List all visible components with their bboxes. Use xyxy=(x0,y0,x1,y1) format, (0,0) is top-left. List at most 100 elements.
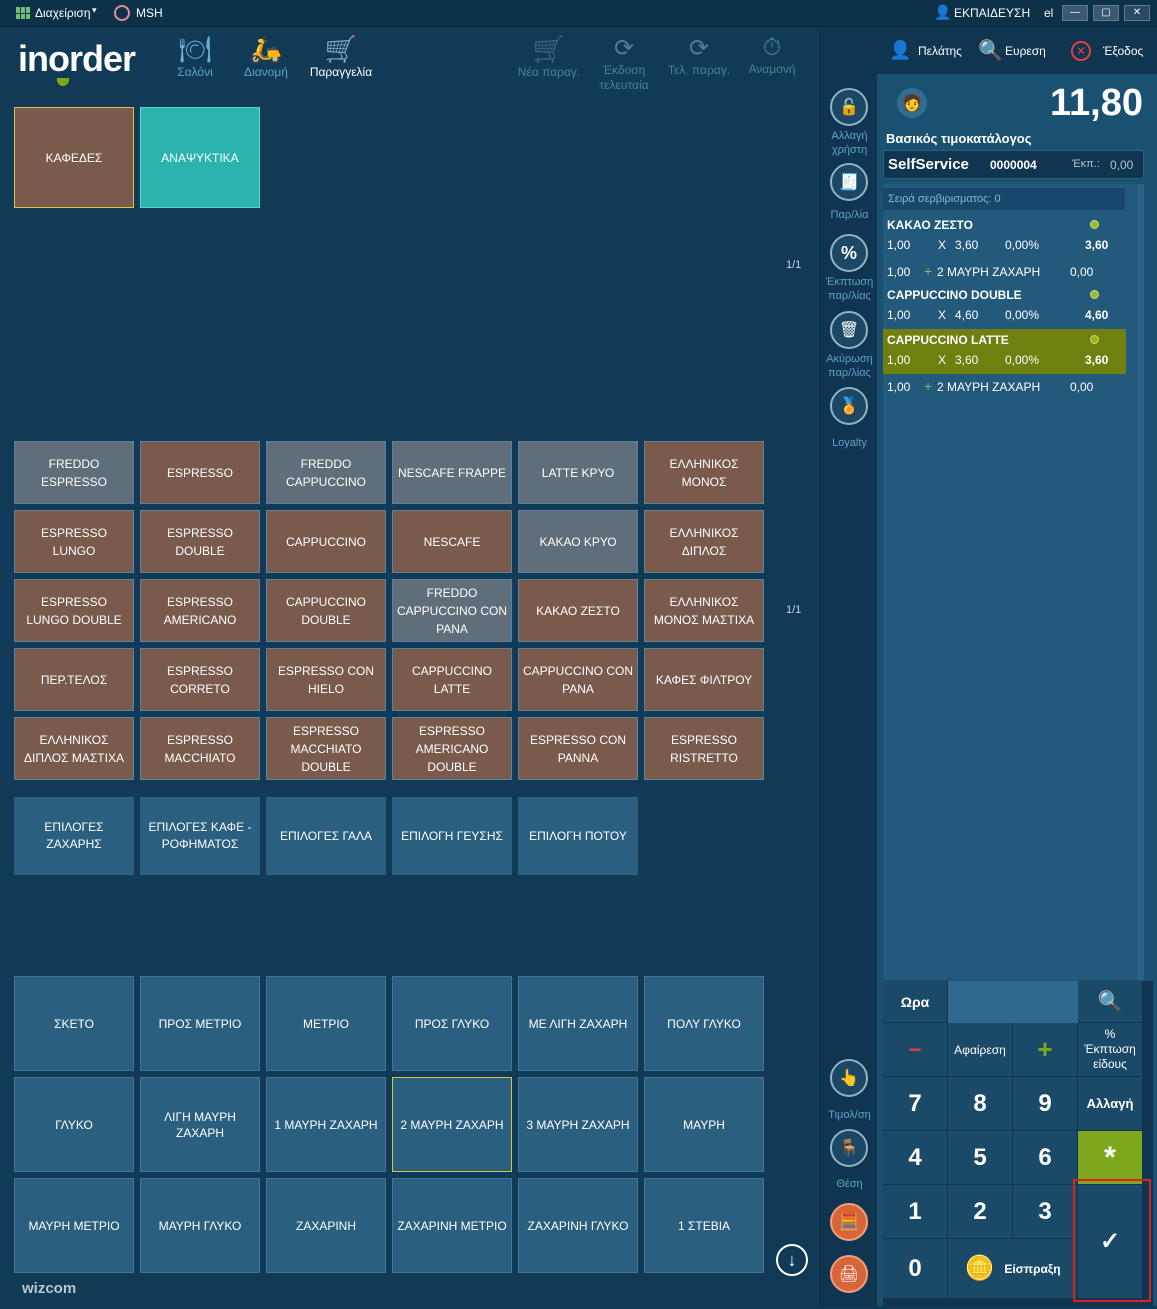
product-button[interactable]: CAPPUCCINO DOUBLE xyxy=(266,579,386,642)
digit-key[interactable]: 6 xyxy=(1013,1131,1078,1185)
user-name[interactable]: ΕΚΠΑΙΔΕΥΣΗ xyxy=(954,6,1030,20)
suggestion-button[interactable]: 1 ΣΤΕΒΙΑ xyxy=(644,1178,764,1273)
product-button[interactable]: ΕΛΛΗΝΙΚΟΣ ΔΙΠΛΟΣ xyxy=(644,510,764,573)
star-button[interactable]: * xyxy=(1078,1131,1143,1185)
digit-key[interactable]: 8 xyxy=(948,1077,1013,1131)
option-button[interactable]: ΕΠΙΛΟΓΕΣ ΖΑΧΑΡΗΣ xyxy=(14,797,134,875)
category-coffees[interactable]: ΚΑΦΕΔΕΣ xyxy=(14,107,134,208)
trash-icon[interactable]: 🗑 xyxy=(830,311,868,349)
product-button[interactable]: ESPRESSO xyxy=(140,441,260,504)
nav-issue-last[interactable]: ⟳ Έκδοση τελευταία xyxy=(592,34,656,93)
nav-wait[interactable]: ⏱ Αναμονή xyxy=(742,34,802,76)
percent-icon[interactable]: % xyxy=(830,234,868,272)
digit-key[interactable]: 5 xyxy=(948,1131,1013,1185)
product-button[interactable]: ESPRESSO DOUBLE xyxy=(140,510,260,573)
exit-button[interactable]: Έξοδος xyxy=(1103,44,1143,58)
product-button[interactable]: ESPRESSO LUNGO DOUBLE xyxy=(14,579,134,642)
product-button[interactable]: ESPRESSO MACCHIATO xyxy=(140,717,260,780)
product-button[interactable]: ESPRESSO LUNGO xyxy=(14,510,134,573)
product-button[interactable]: NESCAFE FRAPPE xyxy=(392,441,512,504)
suggestion-button[interactable]: 2 ΜΑΥΡΗ ΖΑΧΑΡΗ xyxy=(392,1077,512,1172)
suggestion-button[interactable]: 1 ΜΑΥΡΗ ΖΑΧΑΡΗ xyxy=(266,1077,386,1172)
close-button[interactable]: ✕ xyxy=(1124,5,1150,21)
lock-icon[interactable]: 🔓 xyxy=(830,88,868,126)
suggestion-button[interactable]: ΜΑΥΡΗ xyxy=(644,1077,764,1172)
order-line[interactable]: CAPPUCCINO LATTE 1,00 X 3,60 0,00% 3,60 xyxy=(883,329,1126,374)
suggestion-button[interactable]: ΖΑΧΑΡΙΝΗ xyxy=(266,1178,386,1273)
option-button[interactable]: ΕΠΙΛΟΓΗ ΠΟΤΟΥ xyxy=(518,797,638,875)
product-button[interactable]: ΕΛΛΗΝΙΚΟΣ ΔΙΠΛΟΣ ΜΑΣΤΙΧΑ xyxy=(14,717,134,780)
printer-icon[interactable]: 🖨 xyxy=(830,1255,868,1293)
product-button[interactable]: FREDDO CAPPUCCINO xyxy=(266,441,386,504)
touch-icon[interactable]: 👆 xyxy=(830,1059,868,1097)
category-soft-drinks[interactable]: ΑΝΑΨΥΚΤΙΚΑ xyxy=(140,107,260,208)
digit-key[interactable]: 0 xyxy=(883,1239,948,1299)
product-button[interactable]: NESCAFE xyxy=(392,510,512,573)
order-line[interactable]: CAPPUCCINO DOUBLE 1,00 X 4,60 0,00% 4,60 xyxy=(883,284,1126,329)
product-button[interactable]: FREDDO CAPPUCCINO CON PANA xyxy=(392,579,512,642)
order-line-extra[interactable]: 1,00 +2 ΜΑΥΡΗ ΖΑΧΑΡΗ 0,00 xyxy=(883,259,1126,284)
product-button[interactable]: ΚΑΚΑΟ ΖΕΣΤΟ xyxy=(518,579,638,642)
nav-end-order[interactable]: ⟳ Τελ. παραγ. xyxy=(664,34,734,77)
nav-salon[interactable]: 🍽 Σαλόνι xyxy=(172,34,218,79)
chair-icon[interactable]: 🪑 xyxy=(830,1129,868,1167)
suggestion-button[interactable]: ΖΑΧΑΡΙΝΗ ΜΕΤΡΙΟ xyxy=(392,1178,512,1273)
plus-button[interactable]: + xyxy=(1013,1023,1078,1077)
suggestion-button[interactable]: ΛΙΓΗ ΜΑΥΡΗ ΖΑΧΑΡΗ xyxy=(140,1077,260,1172)
product-button[interactable]: ΚΑΚΑΟ ΚΡΥΟ xyxy=(518,510,638,573)
document-info-icon[interactable]: 🧾 xyxy=(830,163,868,201)
product-button[interactable]: CAPPUCCINO CON PANA xyxy=(518,648,638,711)
product-button[interactable]: ESPRESSO CON HIELO xyxy=(266,648,386,711)
language[interactable]: el xyxy=(1044,6,1053,20)
product-button[interactable]: ESPRESSO CON PANNA xyxy=(518,717,638,780)
digit-key[interactable]: 1 xyxy=(883,1185,948,1239)
search-button[interactable]: Ευρεση xyxy=(1005,44,1046,58)
option-button[interactable]: ΕΠΙΛΟΓΗ ΓΕΥΣΗΣ xyxy=(392,797,512,875)
product-button[interactable]: ΠΕΡ.ΤΕΛΟΣ xyxy=(14,648,134,711)
product-button[interactable]: CAPPUCCINO LATTE xyxy=(392,648,512,711)
suggestion-button[interactable]: ΠΡΟΣ ΜΕΤΡΙΟ xyxy=(140,976,260,1071)
suggestion-button[interactable]: ΠΡΟΣ ΓΛΥΚΟ xyxy=(392,976,512,1071)
suggestion-button[interactable]: ΠΟΛΥ ΓΛΥΚΟ xyxy=(644,976,764,1071)
lines-scrollbar[interactable] xyxy=(1138,184,1144,980)
cash-register-icon[interactable]: 🧮 xyxy=(830,1203,868,1241)
option-button[interactable]: ΕΠΙΛΟΓΕΣ ΚΑΦΕ - ΡΟΦΗΜΑΤΟΣ xyxy=(140,797,260,875)
time-input[interactable] xyxy=(948,981,1078,1023)
suggestion-button[interactable]: ΜΑΥΡΗ ΜΕΤΡΙΟ xyxy=(14,1178,134,1273)
option-button[interactable]: ΕΠΙΛΟΓΕΣ ΓΑΛΑ xyxy=(266,797,386,875)
digit-key[interactable]: 4 xyxy=(883,1131,948,1185)
minimize-button[interactable]: — xyxy=(1062,5,1088,21)
product-button[interactable]: ESPRESSO CORRETO xyxy=(140,648,260,711)
minus-button[interactable]: − xyxy=(883,1023,948,1077)
remove-button[interactable]: Αφαίρεση xyxy=(948,1023,1013,1077)
suggestion-button[interactable]: ΜΕ ΛΙΓΗ ΖΑΧΑΡΗ xyxy=(518,976,638,1071)
suggestion-button[interactable]: 3 ΜΑΥΡΗ ΖΑΧΑΡΗ xyxy=(518,1077,638,1172)
nav-order[interactable]: 🛒 Παραγγελία xyxy=(304,34,378,79)
digit-key[interactable]: 7 xyxy=(883,1077,948,1131)
maximize-button[interactable]: ▢ xyxy=(1093,5,1119,21)
product-button[interactable]: ESPRESSO RISTRETTO xyxy=(644,717,764,780)
product-button[interactable]: ΕΛΛΗΝΙΚΟΣ ΜΟΝΟΣ xyxy=(644,441,764,504)
digit-key[interactable]: 3 xyxy=(1013,1185,1078,1239)
product-button[interactable]: ESPRESSO MACCHIATO DOUBLE xyxy=(266,717,386,780)
arrow-down-icon[interactable]: ↓ xyxy=(776,1244,808,1276)
product-button[interactable]: CAPPUCCINO xyxy=(266,510,386,573)
pay-button[interactable]: 🪙 Είσπραξη xyxy=(948,1239,1078,1299)
product-button[interactable]: ΕΛΛΗΝΙΚΟΣ ΜΟΝΟΣ ΜΑΣΤΙΧΑ xyxy=(644,579,764,642)
suggestion-button[interactable]: ΜΑΥΡΗ ΓΛΥΚΟ xyxy=(140,1178,260,1273)
nav-delivery[interactable]: 🛵 Διανομή xyxy=(238,34,294,79)
grid-icon[interactable] xyxy=(16,7,30,19)
product-button[interactable]: ΚΑΦΕΣ ΦΙΛΤΡΟΥ xyxy=(644,648,764,711)
suggestion-button[interactable]: ΖΑΧΑΡΙΝΗ ΓΛΥΚΟ xyxy=(518,1178,638,1273)
confirm-button[interactable]: ✓ xyxy=(1078,1185,1143,1299)
suggestion-button[interactable]: ΜΕΤΡΙΟ xyxy=(266,976,386,1071)
digit-key[interactable]: 9 xyxy=(1013,1077,1078,1131)
change-button[interactable]: Αλλαγή xyxy=(1078,1077,1143,1131)
suggestion-button[interactable]: ΣΚΕΤΟ xyxy=(14,976,134,1071)
product-button[interactable]: FREDDO ESPRESSO xyxy=(14,441,134,504)
admin-menu[interactable]: Διαχείριση xyxy=(35,6,91,20)
item-discount-button[interactable]: % Έκπτωση είδους xyxy=(1078,1023,1143,1077)
award-icon[interactable]: 🏅 xyxy=(830,387,868,425)
suggestion-button[interactable]: ΓΛΥΚΟ xyxy=(14,1077,134,1172)
product-button[interactable]: ESPRESSO AMERICANO xyxy=(140,579,260,642)
